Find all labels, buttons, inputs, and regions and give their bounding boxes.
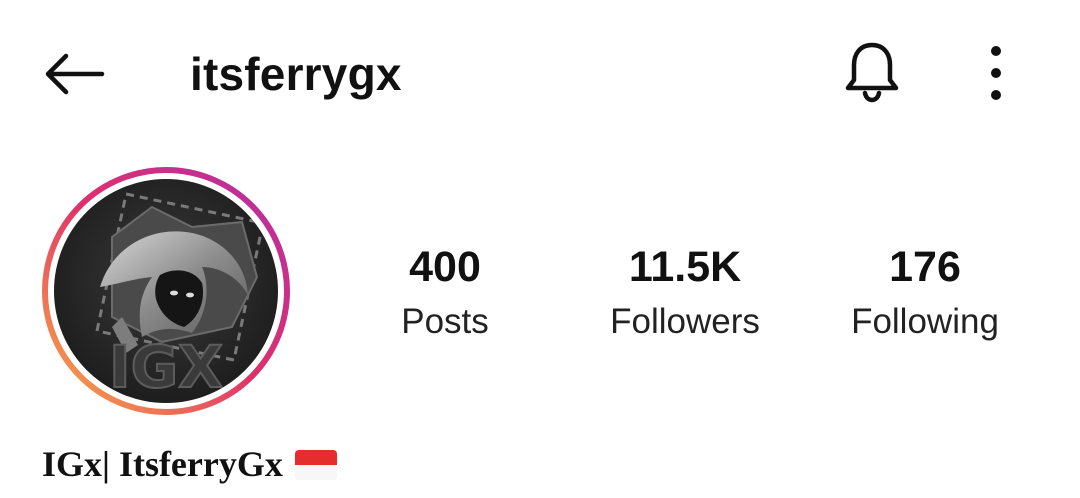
profile-username: itsferrygx <box>190 48 402 100</box>
profile-display-name: IGx| ItsferryGx <box>42 440 337 488</box>
posts-stat[interactable]: 400 Posts <box>335 238 555 348</box>
followers-label: Followers <box>610 302 760 341</box>
bell-icon <box>845 42 899 103</box>
posts-count: 400 <box>409 243 481 291</box>
following-count: 176 <box>889 243 961 291</box>
profile-header: itsferrygx <box>0 0 1080 150</box>
back-button[interactable] <box>36 44 112 104</box>
following-stat[interactable]: 176 Following <box>815 238 1035 348</box>
posts-label: Posts <box>401 302 489 341</box>
followers-count: 11.5K <box>628 243 742 291</box>
followers-stat[interactable]: 11.5K Followers <box>575 238 795 348</box>
notifications-button[interactable] <box>836 36 908 108</box>
indonesia-flag-icon <box>294 450 337 480</box>
display-name-text: IGx| ItsferryGx <box>42 444 283 484</box>
more-options-button[interactable] <box>966 40 1026 106</box>
profile-stats: 400 Posts 11.5K Followers 176 Following <box>0 238 1080 358</box>
more-vertical-icon <box>991 46 1001 100</box>
following-label: Following <box>851 302 999 341</box>
arrow-left-icon <box>45 53 105 95</box>
